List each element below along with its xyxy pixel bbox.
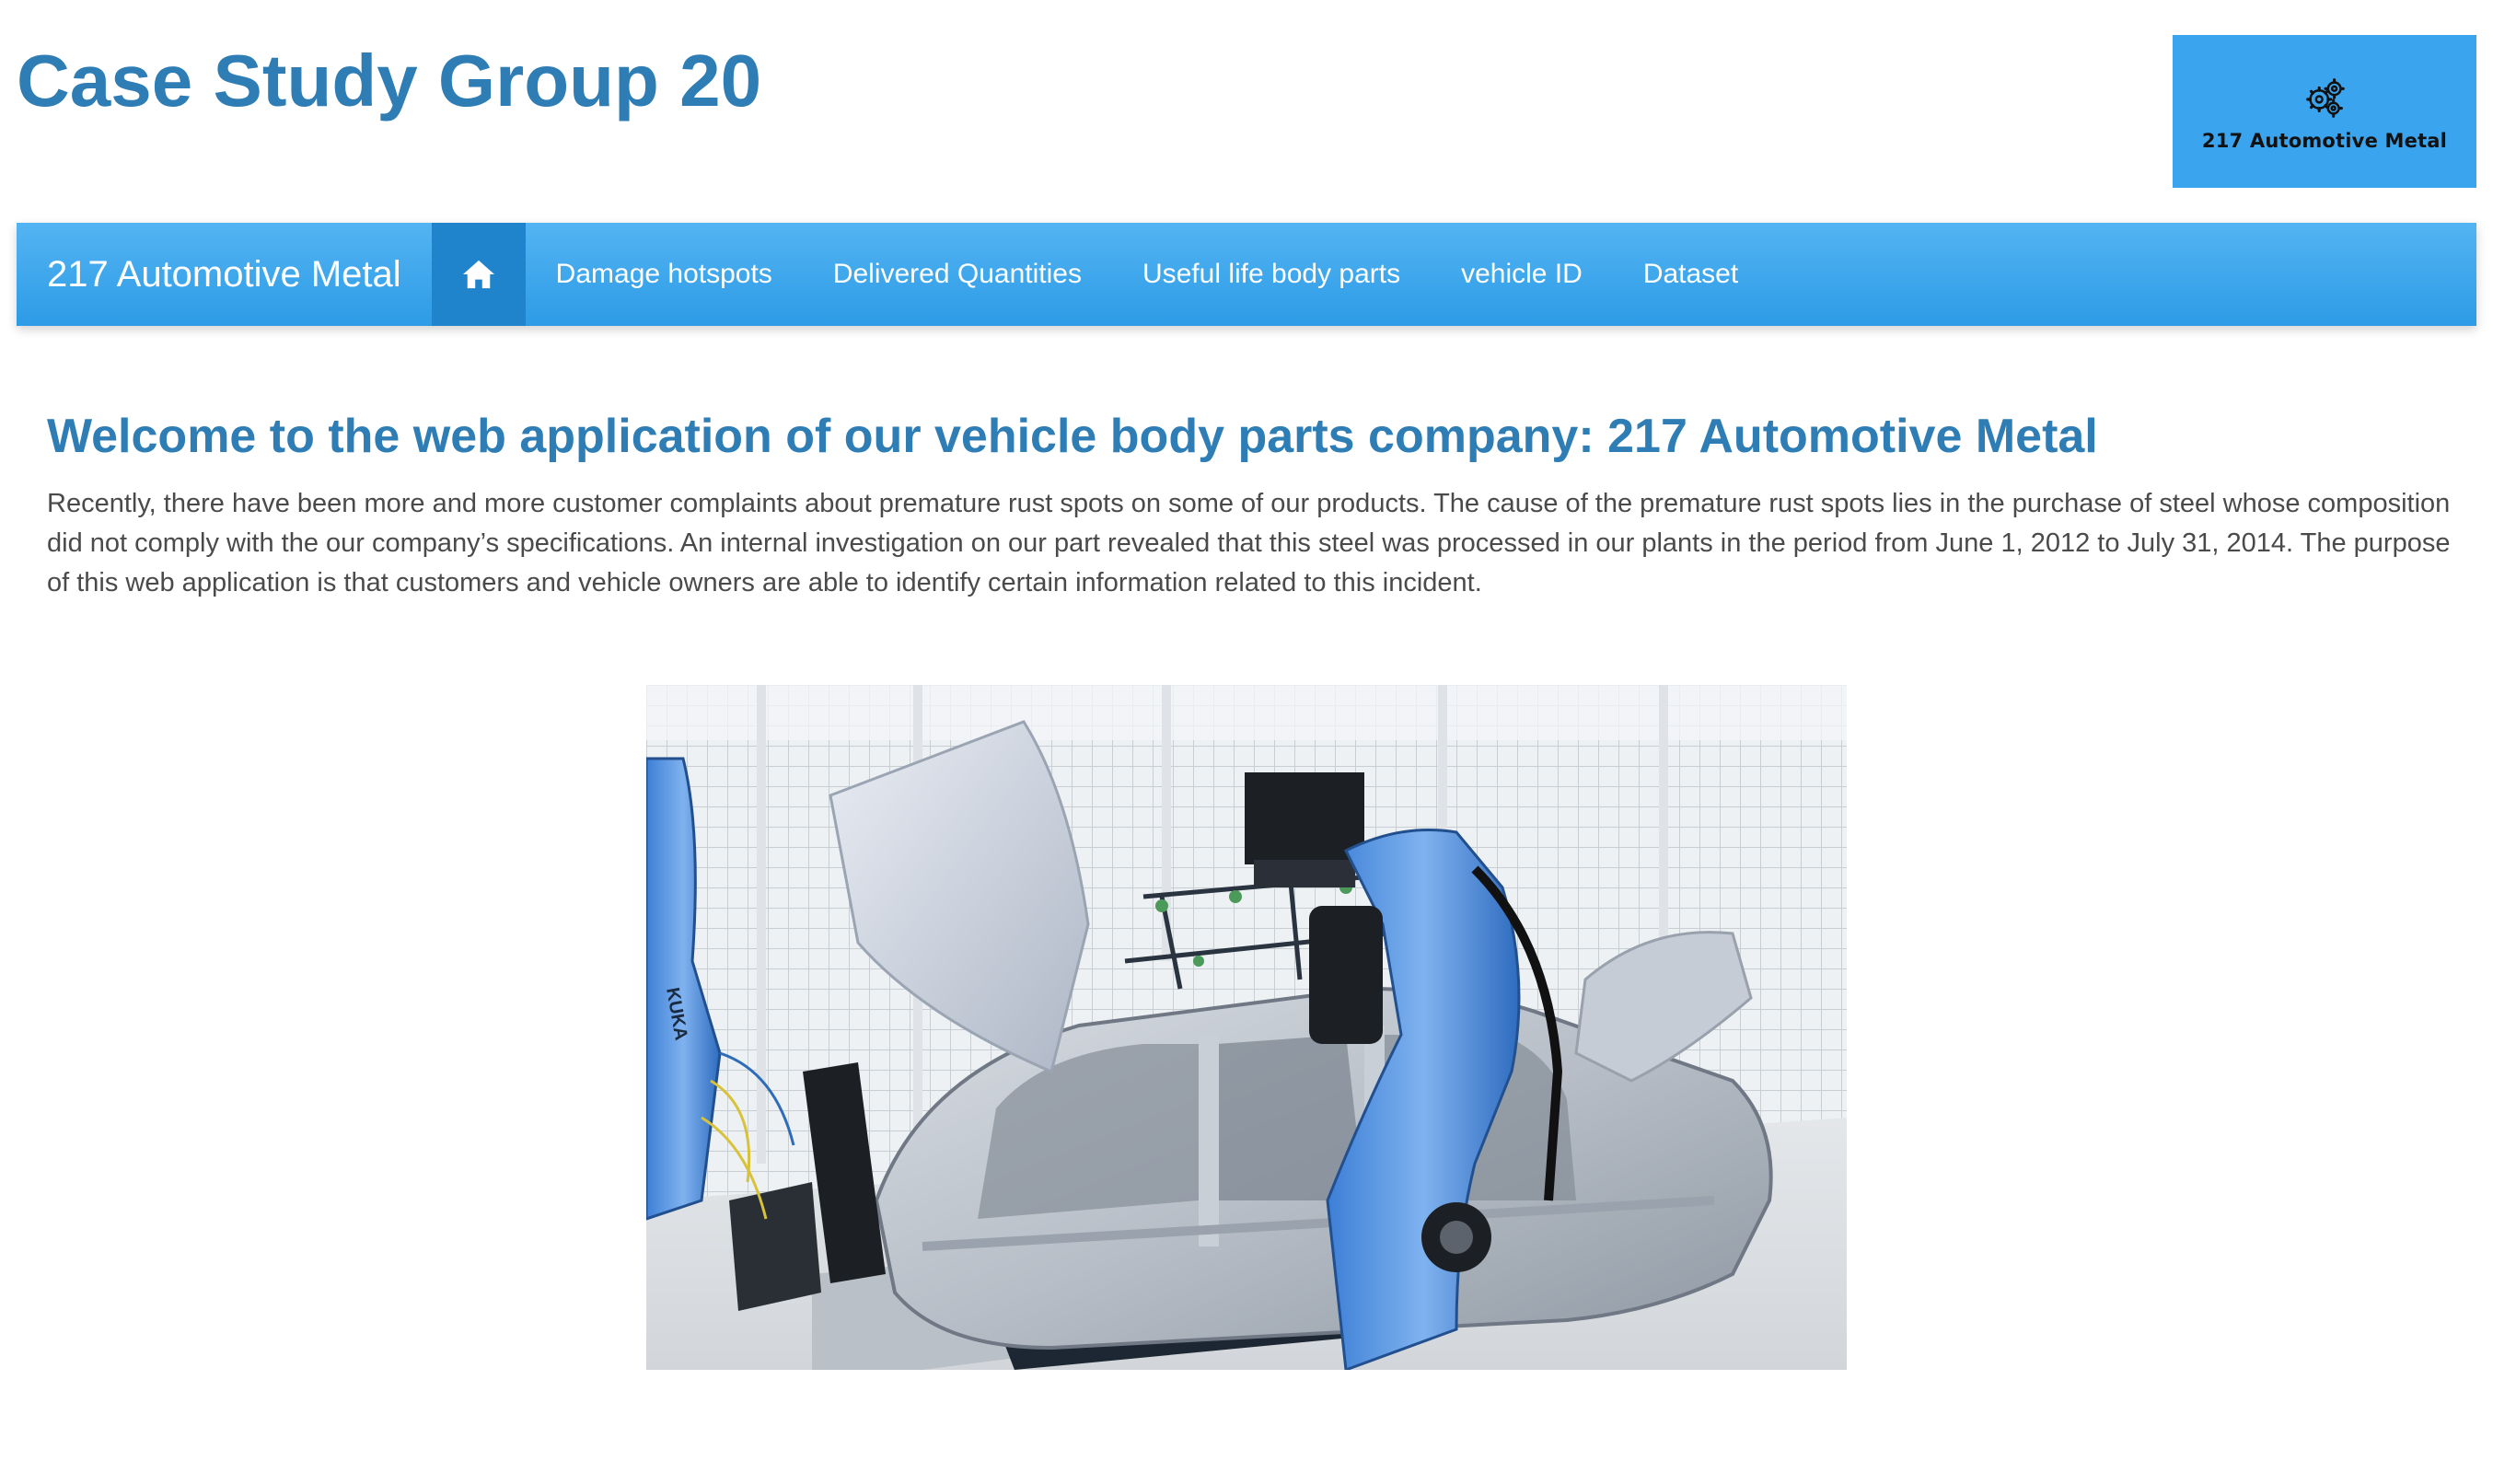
nav-item-dataset[interactable]: Dataset bbox=[1613, 223, 1768, 326]
nav-item-damage-hotspots[interactable]: Damage hotspots bbox=[526, 223, 803, 326]
nav-item-vehicle-id[interactable]: vehicle ID bbox=[1431, 223, 1613, 326]
navbar-brand[interactable]: 217 Automotive Metal bbox=[17, 223, 432, 326]
logo-text: 217 Automotive Metal bbox=[2201, 130, 2448, 152]
page: Case Study Group 20 217 Automotive Metal… bbox=[0, 0, 2493, 1484]
main-navbar: 217 Automotive Metal Damage hotspots Del… bbox=[17, 223, 2476, 326]
nav-item-useful-life-body-parts[interactable]: Useful life body parts bbox=[1112, 223, 1431, 326]
nav-item-delivered-quantities[interactable]: Delivered Quantities bbox=[803, 223, 1112, 326]
nav-home[interactable] bbox=[431, 223, 526, 326]
company-logo[interactable]: 217 Automotive Metal bbox=[2173, 35, 2476, 188]
home-icon bbox=[462, 260, 494, 289]
main-content: Welcome to the web application of our ve… bbox=[47, 401, 2452, 603]
gears-icon bbox=[2306, 78, 2345, 118]
welcome-heading: Welcome to the web application of our ve… bbox=[47, 410, 2098, 463]
intro-paragraph: Recently, there have been more and more … bbox=[47, 489, 2451, 597]
site-title: Case Study Group 20 bbox=[17, 40, 762, 122]
assembly-line-image: KUKA bbox=[646, 685, 1847, 1370]
car-body-robot-illustration: KUKA bbox=[646, 685, 1847, 1370]
